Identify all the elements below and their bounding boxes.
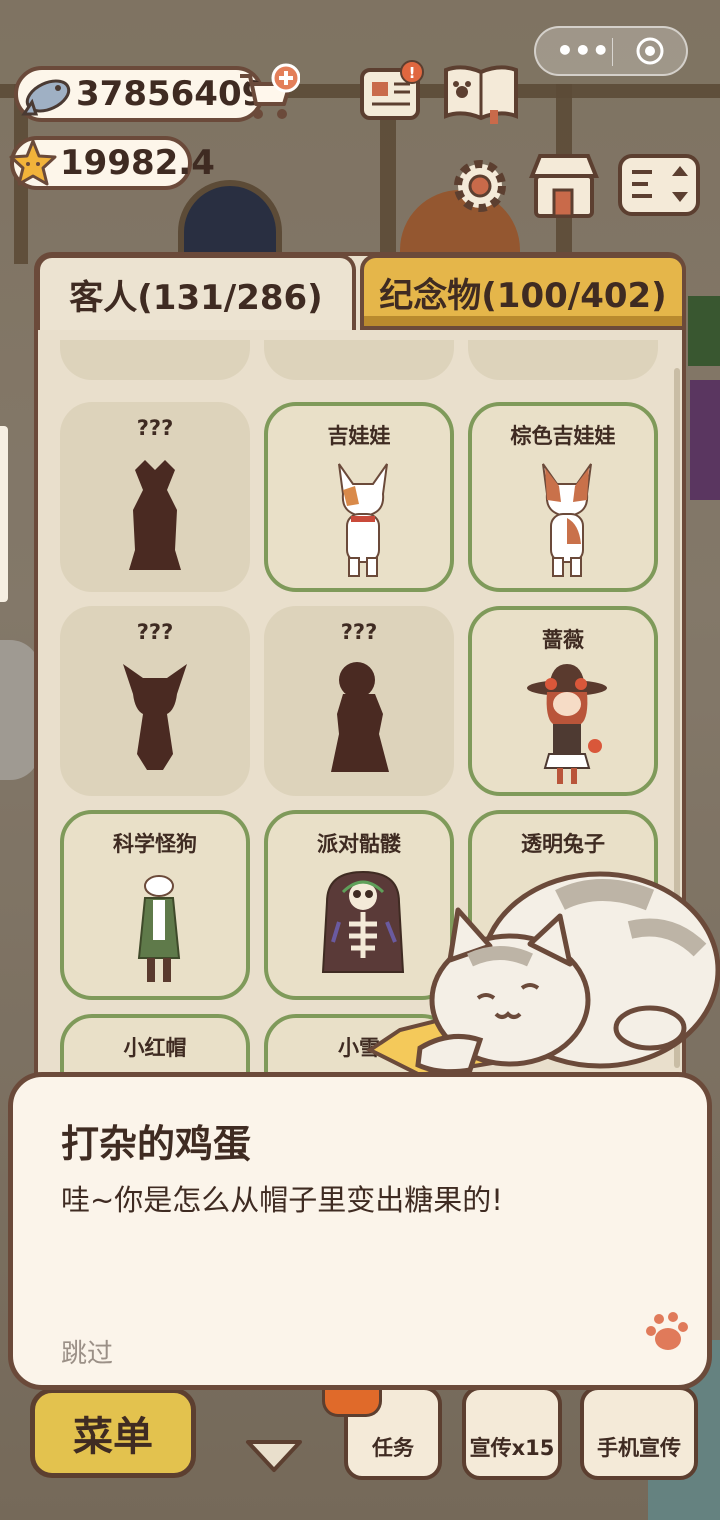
cat-mascot	[366, 871, 720, 1078]
guest-card[interactable]	[468, 340, 658, 380]
chihuahua-illustration	[338, 463, 388, 577]
newspaper-icon[interactable]: !	[358, 60, 430, 124]
guest-name: 科学怪狗	[113, 832, 197, 856]
menu-button[interactable]: 菜单	[30, 1388, 196, 1478]
guest-name: 棕色吉娃娃	[510, 424, 616, 448]
locked-silhouette	[331, 662, 389, 772]
layout-icon[interactable]	[614, 150, 704, 220]
mini-program-capsule: •••	[534, 26, 688, 76]
rose-illustration	[527, 664, 607, 784]
dialog-speaker: 打杂的鸡蛋	[61, 1122, 252, 1166]
cart-plus-icon[interactable]	[236, 62, 300, 126]
phone-promo-button[interactable]: 手机宣传	[580, 1386, 698, 1480]
promo-button[interactable]: 宣传x15	[462, 1386, 562, 1480]
guest-name: ???	[340, 620, 378, 644]
skip-button[interactable]: 跳过	[61, 1333, 113, 1370]
guest-card-rose[interactable]: 蔷薇	[468, 606, 658, 796]
gear-icon[interactable]	[448, 154, 512, 218]
brown-chihuahua-illustration	[542, 463, 592, 577]
star-count: 19982.4	[60, 143, 215, 183]
locked-silhouette	[123, 664, 187, 770]
dialog-text: 哇~你是怎么从帽子里变出糖果的!	[61, 1183, 503, 1217]
dialog-box[interactable]: 打杂的鸡蛋 哇~你是怎么从帽子里变出糖果的! 跳过	[8, 1072, 712, 1390]
task-alert-tab	[322, 1388, 382, 1417]
more-dots-icon[interactable]: •••	[556, 36, 610, 66]
guest-card-brown-chihuahua[interactable]: 棕色吉娃娃	[468, 402, 658, 592]
promo-button-label: 宣传x15	[469, 1436, 555, 1460]
guest-card-unknown[interactable]: ???	[60, 402, 250, 592]
guest-card-chihuahua[interactable]: 吉娃娃	[264, 402, 454, 592]
side-drawer-handle[interactable]	[0, 426, 8, 602]
phone-promo-button-label: 手机宣传	[597, 1436, 681, 1460]
guest-card-unknown[interactable]: ???	[60, 606, 250, 796]
chevron-down-icon[interactable]	[244, 1436, 304, 1476]
svg-text:!: !	[409, 64, 416, 82]
star-icon	[9, 139, 57, 186]
paw-icon	[646, 1312, 688, 1350]
guest-name: ???	[136, 620, 174, 644]
menu-button-label: 菜单	[73, 1414, 153, 1460]
guest-card[interactable]	[264, 340, 454, 380]
guest-card[interactable]	[60, 340, 250, 380]
target-icon[interactable]	[635, 36, 665, 66]
locked-silhouette	[129, 460, 181, 570]
tab-guests[interactable]: 客人(131/286)	[36, 254, 356, 330]
guest-name: 派对骷髅	[317, 832, 401, 856]
paw-book-icon[interactable]	[442, 62, 520, 124]
tab-souvenirs-label: 纪念物(100/402)	[379, 275, 667, 316]
guest-card-science-dog[interactable]: 科学怪狗	[60, 810, 250, 1000]
tab-guests-label: 客人(131/286)	[69, 277, 323, 318]
science-dog-illustration	[137, 875, 181, 982]
guest-name: 透明兔子	[521, 832, 605, 856]
guest-name: 蔷薇	[542, 628, 584, 652]
tasks-button-label: 任务	[372, 1436, 414, 1460]
guest-name: ???	[136, 416, 174, 440]
guest-name: 小红帽	[123, 1036, 187, 1060]
guest-card-little-red-hood[interactable]: 小红帽	[60, 1014, 250, 1080]
fish-icon	[21, 79, 71, 116]
guest-card-unknown[interactable]: ???	[264, 606, 454, 796]
tab-souvenirs[interactable]: 纪念物(100/402)	[360, 254, 686, 330]
shop-icon[interactable]	[528, 150, 600, 220]
guest-name: 吉娃娃	[327, 424, 391, 448]
